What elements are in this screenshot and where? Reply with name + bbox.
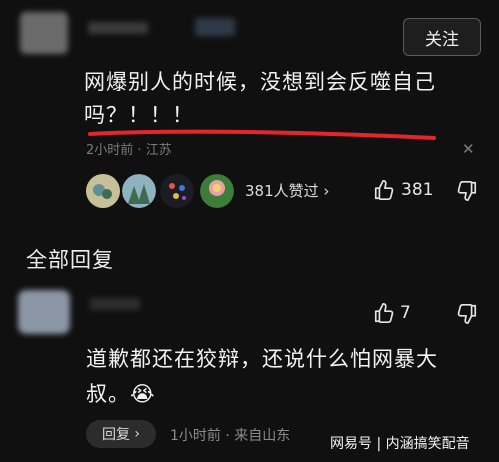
reply-button[interactable]: 回复 › [86, 420, 156, 448]
comment-location: 江苏 [145, 143, 172, 158]
watermark: 网易号 | 内涵搞笑配音 [330, 436, 470, 452]
comment-meta: 2小时前 · 江苏 [86, 139, 172, 158]
commenter-badge [195, 18, 235, 36]
replies-section-title: 全部回复 [26, 248, 114, 272]
comment-text-line1: 网爆别人的时候，没想到会反噬自己 [84, 70, 436, 94]
thumbs-down-icon[interactable] [456, 180, 478, 202]
reply-text: 道歉都还在狡辩，还说什么怕网暴大 叔。😭 [86, 342, 466, 412]
reply-source: 来自山东 [234, 428, 291, 444]
likes-summary-label: 381人赞过 [245, 182, 319, 200]
commenter-name[interactable] [88, 22, 148, 34]
liker-avatar[interactable] [160, 174, 194, 208]
like-count: 381 [401, 180, 434, 200]
thumbs-up-icon[interactable] [373, 179, 395, 201]
comment-time: 2小时前 [86, 143, 134, 158]
comment-text: 网爆别人的时候，没想到会反噬自己 吗？！！！ [84, 66, 484, 132]
thumbs-up-icon[interactable] [373, 302, 395, 324]
dismiss-icon[interactable]: ✕ [462, 140, 475, 158]
chevron-right-icon: › [129, 426, 141, 442]
follow-label: 关注 [425, 29, 459, 50]
liker-avatar[interactable] [122, 174, 156, 208]
liker-avatar[interactable] [86, 174, 120, 208]
meta-separator: · [225, 428, 235, 444]
reply-time: 1小时前 [170, 428, 221, 444]
reply-text-line1: 道歉都还在狡辩，还说什么怕网暴大 [86, 347, 438, 371]
likes-summary[interactable]: 381人赞过 › [245, 180, 329, 201]
thumbs-down-icon[interactable] [456, 303, 478, 325]
liker-avatar[interactable] [200, 174, 234, 208]
reply-text-line2-text: 叔。 [86, 382, 130, 406]
follow-button[interactable]: 关注 [403, 18, 481, 56]
crying-face-icon: 😭 [130, 382, 156, 406]
reply-author-name[interactable] [90, 298, 140, 310]
commenter-avatar[interactable] [20, 12, 68, 54]
meta-separator: · [137, 143, 146, 158]
reply-text-line2: 叔。😭 [86, 377, 466, 412]
chevron-right-icon: › [323, 182, 330, 200]
reply-meta: 1小时前 · 来自山东 [170, 425, 290, 445]
reply-avatar[interactable] [18, 290, 70, 334]
reply-button-label: 回复 [101, 427, 130, 443]
reply-like-count: 7 [400, 303, 411, 323]
